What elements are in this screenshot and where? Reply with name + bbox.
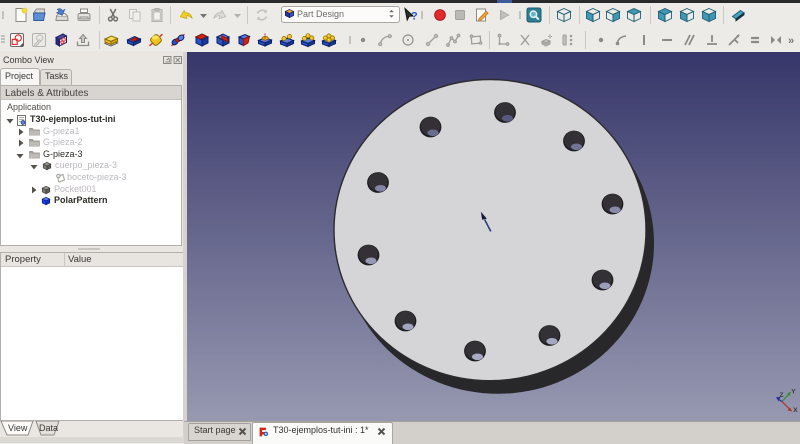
svg-text:Z: Z — [780, 392, 784, 399]
svg-text:Y: Y — [791, 389, 796, 396]
svg-text:X: X — [793, 407, 798, 414]
svg-text:»: » — [788, 35, 794, 47]
svg-text:?: ? — [411, 11, 418, 23]
